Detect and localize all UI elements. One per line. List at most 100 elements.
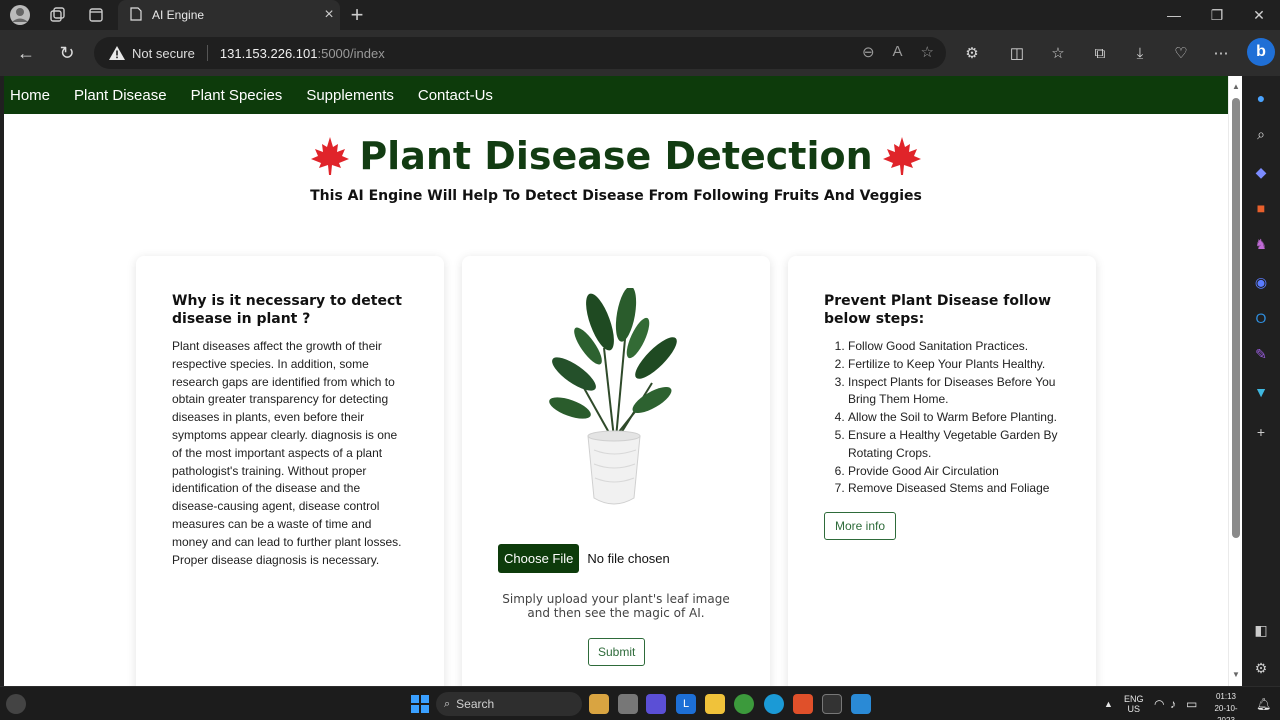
copilot-icon[interactable]: b bbox=[1247, 38, 1275, 66]
close-window-icon[interactable]: ✕ bbox=[1238, 0, 1280, 30]
app-l-icon[interactable]: L bbox=[676, 694, 696, 714]
new-tab-icon[interactable]: + bbox=[344, 2, 370, 28]
office-icon[interactable]: ◉ bbox=[1251, 272, 1271, 292]
notification-bell-icon[interactable]: 🔔︎ bbox=[1256, 687, 1271, 720]
designer-icon[interactable]: ✎ bbox=[1251, 344, 1271, 364]
choose-file-button[interactable]: Choose File bbox=[498, 544, 580, 573]
start-icon[interactable] bbox=[410, 694, 430, 714]
file-input-row: Choose File No file chosen bbox=[498, 544, 670, 573]
tray-overflow-icon[interactable]: ▲ bbox=[1104, 687, 1113, 720]
file-explorer-icon[interactable] bbox=[705, 694, 725, 714]
address-toolbar: ← ↻ Not secure 131.153.226.101:5000/inde… bbox=[0, 30, 1280, 76]
battery-icon[interactable]: ▭ bbox=[1186, 687, 1197, 720]
submit-button[interactable]: Submit bbox=[588, 638, 646, 666]
maple-leaf-icon bbox=[309, 135, 351, 177]
volume-icon[interactable]: ♪ bbox=[1170, 687, 1176, 720]
nav-home[interactable]: Home bbox=[10, 87, 50, 104]
url-path: :5000/index bbox=[317, 45, 385, 61]
read-aloud-icon[interactable]: A bbox=[893, 43, 903, 61]
collections-icon[interactable]: ⧉ bbox=[1088, 41, 1112, 65]
clock-date: 20-10-2023 bbox=[1214, 704, 1238, 720]
weather-icon[interactable] bbox=[6, 694, 26, 714]
tools-icon[interactable]: ■ bbox=[1251, 198, 1271, 218]
minimize-icon[interactable]: — bbox=[1153, 0, 1195, 30]
why-body: Plant diseases affect the growth of thei… bbox=[172, 339, 402, 567]
chrome-icon[interactable] bbox=[734, 694, 754, 714]
upload-hint: Simply upload your plant's leaf image an… bbox=[502, 592, 730, 620]
widgets-icon[interactable] bbox=[589, 694, 609, 714]
back-icon[interactable]: ← bbox=[14, 41, 38, 65]
list-item: Allow the Soil to Warm Before Planting. bbox=[848, 409, 1060, 427]
extensions-icon[interactable]: ⚙ bbox=[960, 41, 984, 65]
page-subtitle: This AI Engine Will Help To Detect Disea… bbox=[310, 188, 922, 204]
games-icon[interactable]: ♞ bbox=[1251, 234, 1271, 254]
edge-sidebar: ● ⌕ ◆ ■ ♞ ◉ O ✎ ▼ + ◧ ⚙ bbox=[1242, 76, 1280, 686]
teams-icon[interactable] bbox=[646, 694, 666, 714]
add-icon[interactable]: + bbox=[1251, 422, 1271, 442]
url-bar[interactable]: Not secure 131.153.226.101:5000/index ⊖ … bbox=[94, 37, 946, 69]
task-view-icon[interactable] bbox=[618, 694, 638, 714]
terminal-icon[interactable] bbox=[822, 694, 842, 714]
list-item: Remove Diseased Stems and Foliage bbox=[848, 480, 1060, 498]
site-navbar: Home Plant Disease Plant Species Supplem… bbox=[4, 76, 1228, 114]
maple-leaf-icon bbox=[881, 135, 923, 177]
restore-icon[interactable]: ❐ bbox=[1196, 0, 1238, 30]
scroll-up-icon[interactable]: ▲ bbox=[1231, 82, 1241, 92]
browser-essentials-icon[interactable]: ♡ bbox=[1169, 41, 1193, 65]
downloads-icon[interactable]: ⤓ bbox=[1128, 41, 1152, 65]
workspaces-icon[interactable] bbox=[45, 3, 69, 27]
taskbar-search[interactable]: ⌕ Search bbox=[436, 692, 582, 716]
notepad-icon[interactable] bbox=[851, 694, 871, 714]
lang-line2: US bbox=[1127, 704, 1141, 714]
page-scrollbar[interactable]: ▲ ▼ bbox=[1228, 76, 1242, 686]
nav-plant-disease[interactable]: Plant Disease bbox=[74, 87, 167, 104]
file-status: No file chosen bbox=[587, 551, 670, 566]
brave-icon[interactable] bbox=[793, 694, 813, 714]
cards-row: Why is it necessary to detect disease in… bbox=[136, 256, 1096, 686]
zoom-out-icon[interactable]: ⊖ bbox=[862, 43, 875, 61]
nav-contact-us[interactable]: Contact-Us bbox=[418, 87, 493, 104]
settings-icon[interactable]: ⚙ bbox=[1251, 658, 1271, 678]
clock[interactable]: 01:13 20-10-2023 bbox=[1206, 691, 1246, 720]
profile-icon[interactable] bbox=[8, 3, 32, 27]
prevent-heading: Prevent Plant Disease follow below steps… bbox=[824, 293, 1052, 327]
tab-ai-engine[interactable]: AI Engine × bbox=[118, 0, 340, 30]
prevent-steps-list: Follow Good Sanitation Practices. Fertil… bbox=[824, 338, 1060, 498]
drop-icon[interactable]: ▼ bbox=[1251, 382, 1271, 402]
refresh-icon[interactable]: ↻ bbox=[55, 41, 79, 65]
tab-title: AI Engine bbox=[152, 8, 205, 22]
shopping-icon[interactable]: ◆ bbox=[1251, 162, 1271, 182]
wifi-icon[interactable]: ◠ bbox=[1154, 687, 1164, 720]
scroll-down-icon[interactable]: ▼ bbox=[1231, 670, 1241, 680]
favorites-icon[interactable]: ☆ bbox=[1046, 41, 1070, 65]
favorite-star-icon[interactable]: ☆ bbox=[921, 43, 934, 61]
page-viewport: Home Plant Disease Plant Species Supplem… bbox=[4, 76, 1228, 686]
scrollbar-thumb[interactable] bbox=[1232, 98, 1240, 538]
list-item: Ensure a Healthy Vegetable Garden By Rot… bbox=[848, 427, 1060, 463]
browser-tab-bar: AI Engine × + — ❐ ✕ bbox=[0, 0, 1280, 30]
page-title: Plant Disease Detection bbox=[309, 134, 922, 178]
clock-time: 01:13 bbox=[1215, 692, 1237, 701]
list-item: Inspect Plants for Diseases Before You B… bbox=[848, 374, 1060, 410]
lang-line1: ENG bbox=[1124, 694, 1144, 704]
language-indicator[interactable]: ENG US bbox=[1124, 687, 1144, 720]
page-icon bbox=[130, 6, 142, 24]
more-info-button[interactable]: More info bbox=[824, 512, 897, 541]
security-label[interactable]: Not secure bbox=[132, 46, 195, 61]
outlook-icon[interactable]: O bbox=[1251, 308, 1271, 328]
title-text: Plant Disease Detection bbox=[359, 134, 873, 178]
search-icon[interactable]: ⌕ bbox=[1251, 124, 1271, 144]
more-menu-icon[interactable]: ⋯ bbox=[1209, 41, 1233, 65]
windows-taskbar: ⌕ Search L ▲ ENG US ◠ ♪ ▭ 01:13 20-10-20… bbox=[0, 686, 1280, 720]
why-card: Why is it necessary to detect disease in… bbox=[136, 256, 444, 686]
nav-supplements[interactable]: Supplements bbox=[306, 87, 394, 104]
sidebar-toggle-icon[interactable]: ◧ bbox=[1251, 620, 1271, 640]
tab-actions-icon[interactable] bbox=[84, 3, 108, 27]
edge-icon[interactable] bbox=[764, 694, 784, 714]
taskbar-search-label: Search bbox=[456, 697, 495, 711]
notifications-icon[interactable]: ● bbox=[1251, 88, 1271, 108]
nav-plant-species[interactable]: Plant Species bbox=[191, 87, 283, 104]
potted-plant-image bbox=[549, 288, 677, 505]
split-screen-icon[interactable]: ◫ bbox=[1005, 41, 1029, 65]
close-tab-icon[interactable]: × bbox=[318, 6, 340, 24]
